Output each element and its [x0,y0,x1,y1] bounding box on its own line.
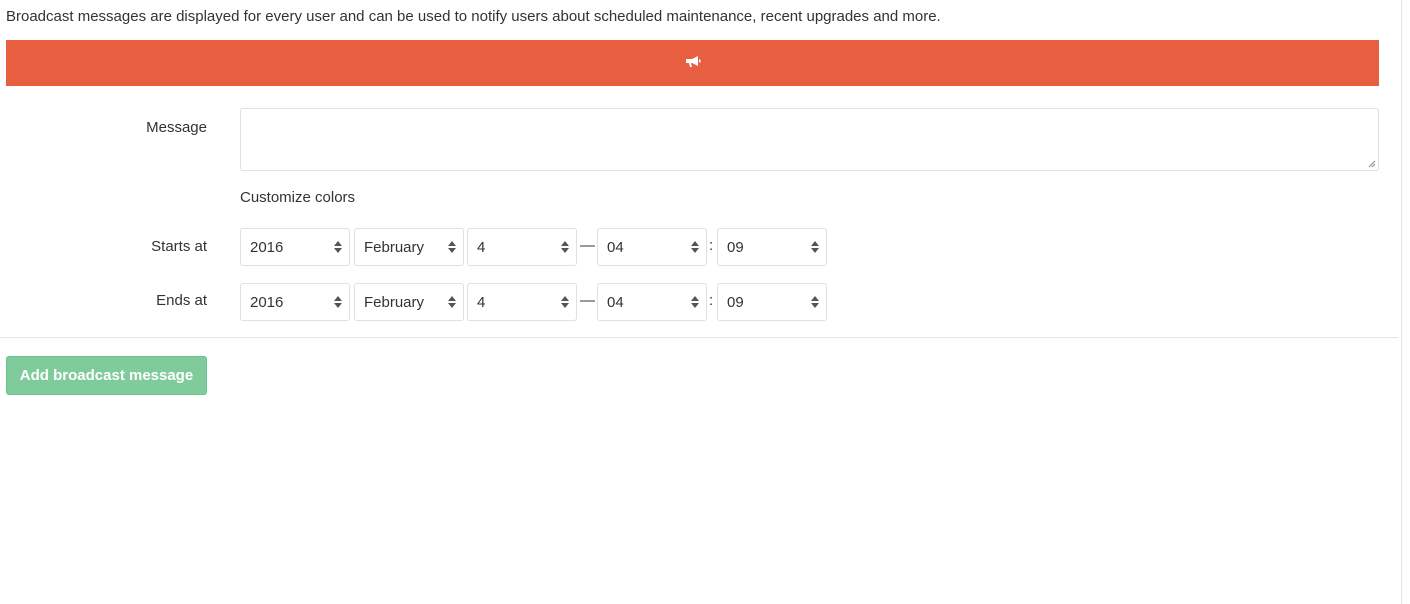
date-time-separator: — [580,292,595,309]
ends-year-value: 2016 [250,293,284,311]
starts-year-select[interactable]: 2016 [240,228,350,266]
starts-month-select[interactable]: February [354,228,464,266]
select-arrows-icon [691,296,699,308]
select-arrows-icon [448,241,456,253]
ends-hour-value: 04 [607,293,624,311]
starts-hour-select[interactable]: 04 [597,228,707,266]
form-actions-divider [0,337,1398,338]
starts-minute-select[interactable]: 09 [717,228,827,266]
time-colon-separator: : [709,292,714,309]
ends-hour-select[interactable]: 04 [597,283,707,321]
starts-day-value: 4 [477,238,486,256]
page-edge-divider [1401,0,1402,604]
select-arrows-icon [561,241,569,253]
ends-day-value: 4 [477,293,486,311]
starts-at-label: Starts at [151,238,207,255]
ends-month-value: February [364,293,425,311]
resize-grip-icon[interactable] [1368,160,1376,168]
select-arrows-icon [691,241,699,253]
ends-minute-value: 09 [727,293,744,311]
date-time-separator: — [580,237,595,254]
customize-colors-link[interactable]: Customize colors [240,189,355,206]
message-textarea[interactable] [240,108,1379,171]
ends-day-select[interactable]: 4 [467,283,577,321]
ends-year-select[interactable]: 2016 [240,283,350,321]
time-colon-separator: : [709,237,714,254]
starts-day-select[interactable]: 4 [467,228,577,266]
starts-minute-value: 09 [727,238,744,256]
ends-at-label: Ends at [156,292,207,309]
select-arrows-icon [811,296,819,308]
select-arrows-icon [334,296,342,308]
select-arrows-icon [448,296,456,308]
add-broadcast-message-button[interactable]: Add broadcast message [6,356,207,395]
ends-month-select[interactable]: February [354,283,464,321]
starts-hour-value: 04 [607,238,624,256]
starts-year-value: 2016 [250,238,284,256]
broadcast-preview-banner [6,40,1379,86]
starts-month-value: February [364,238,425,256]
message-label: Message [146,119,207,136]
bullhorn-icon [685,54,701,72]
select-arrows-icon [811,241,819,253]
select-arrows-icon [561,296,569,308]
select-arrows-icon [334,241,342,253]
intro-text: Broadcast messages are displayed for eve… [6,8,941,25]
ends-minute-select[interactable]: 09 [717,283,827,321]
